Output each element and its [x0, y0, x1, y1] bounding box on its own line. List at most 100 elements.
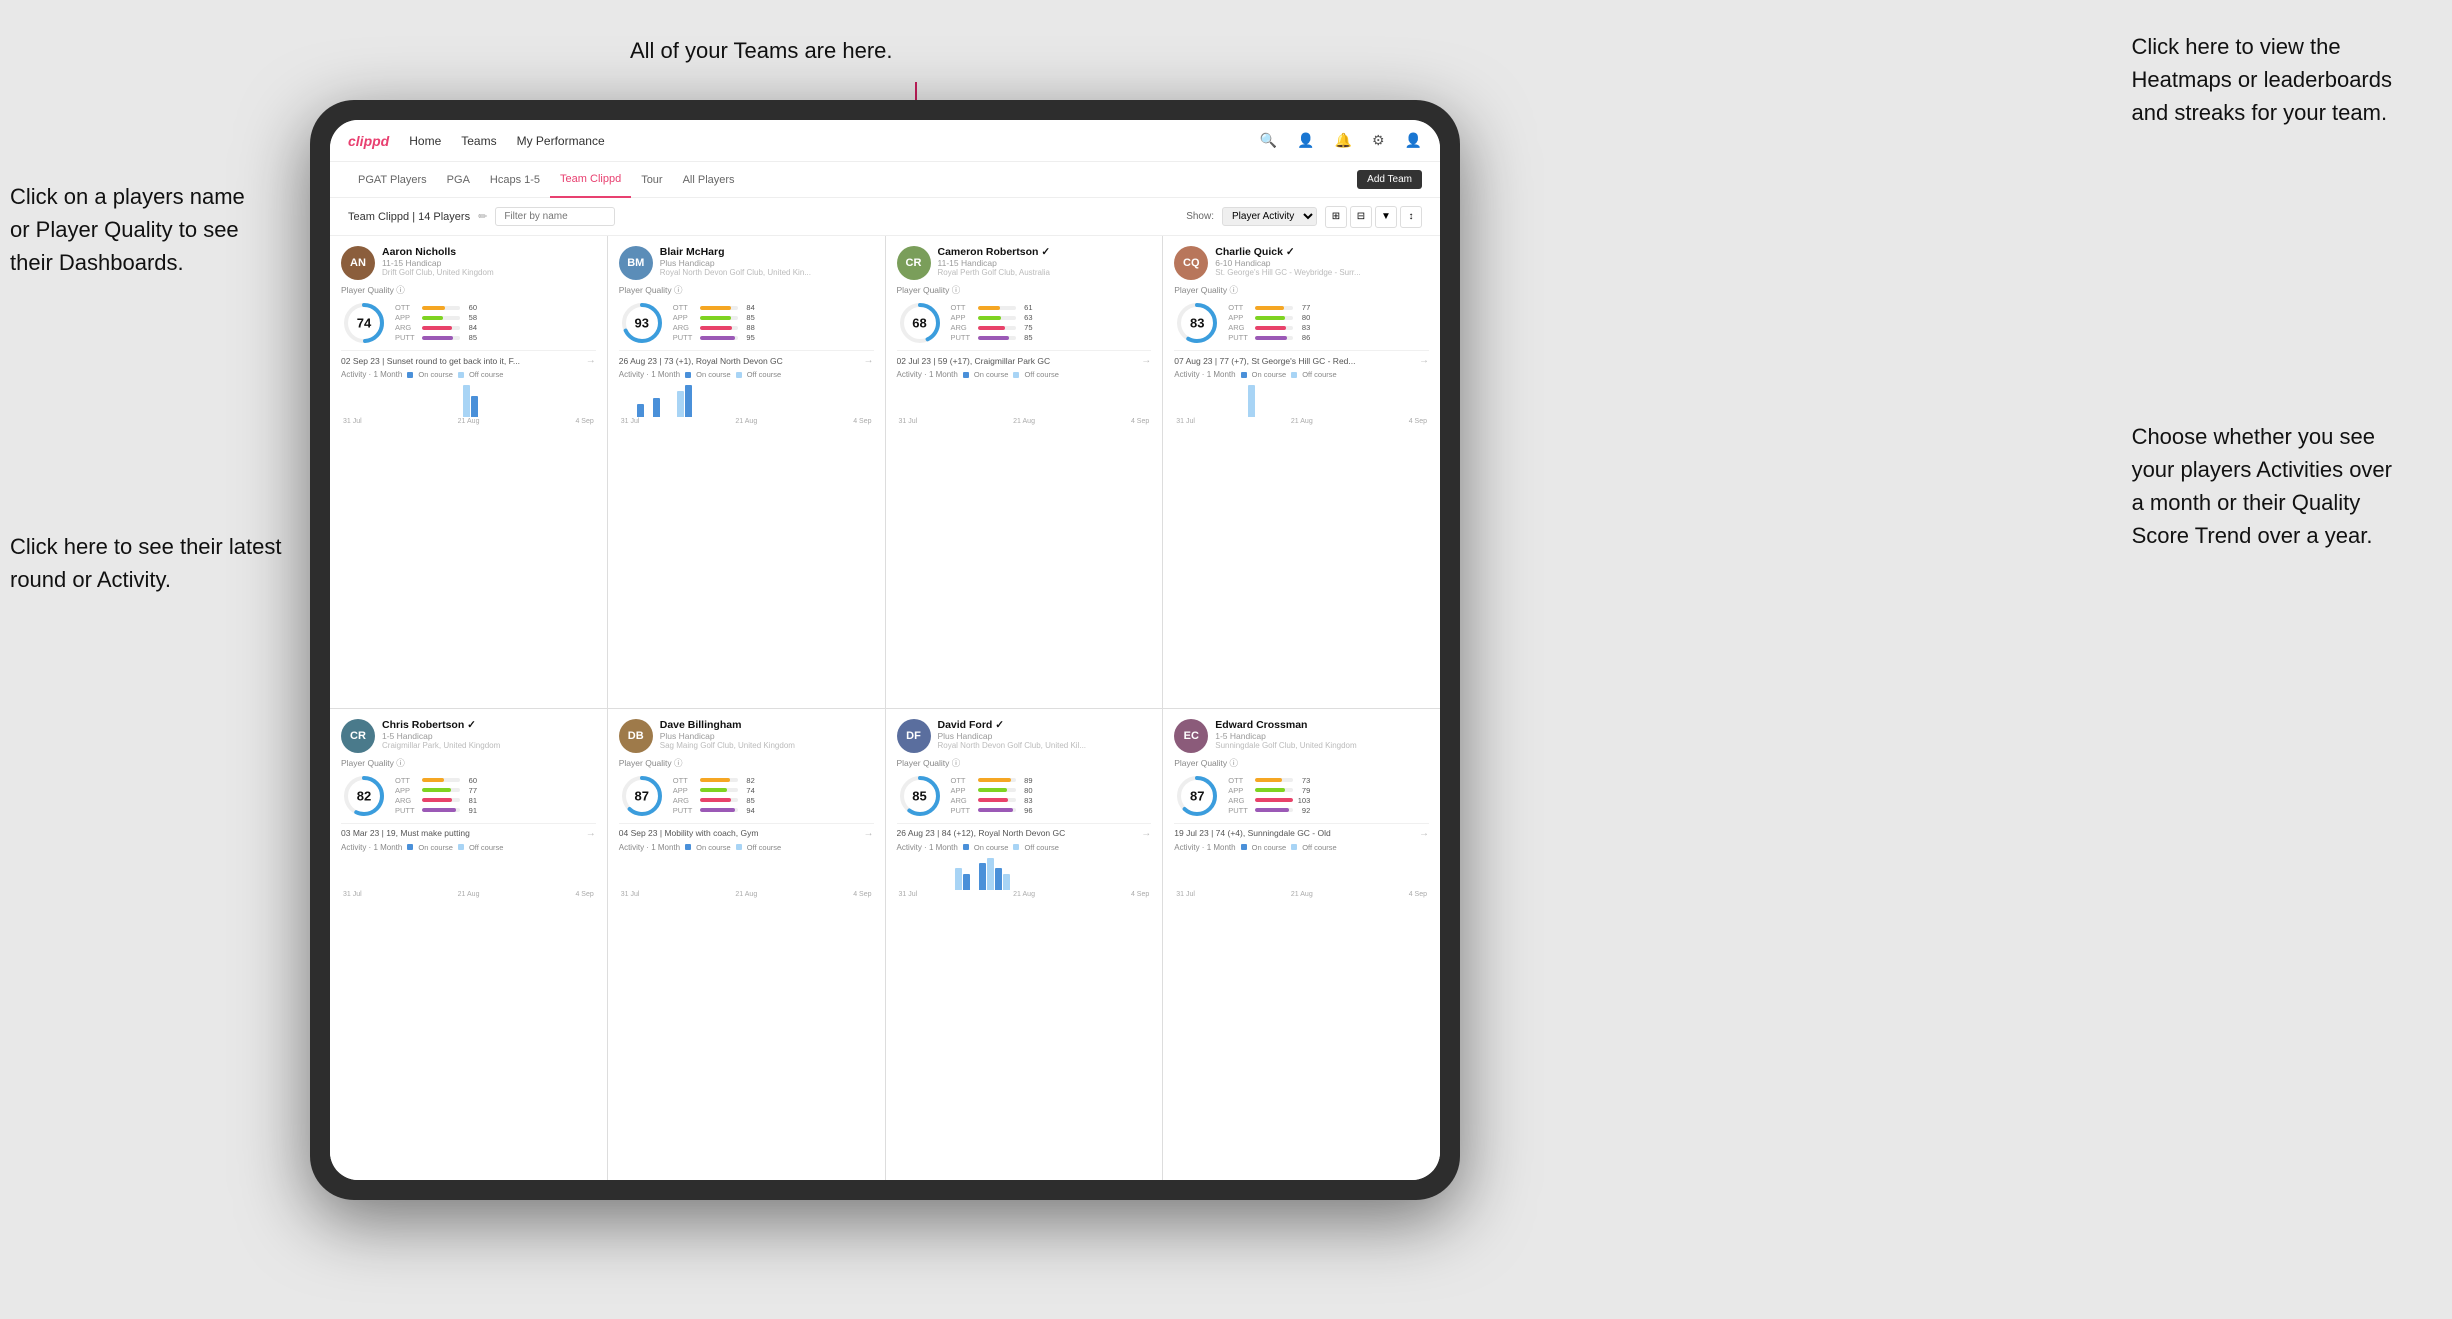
- on-course-label: On course: [418, 370, 453, 379]
- last-round[interactable]: 26 Aug 23 | 84 (+12), Royal North Devon …: [897, 823, 1152, 839]
- filter-icon[interactable]: ▼: [1375, 206, 1397, 228]
- tab-pgat[interactable]: PGAT Players: [348, 162, 437, 198]
- player-header[interactable]: CR Chris Robertson ✓ 1-5 Handicap Craigm…: [341, 719, 596, 753]
- activity-section: Activity · 1 Month On course Off course: [341, 370, 596, 429]
- quality-section[interactable]: 87 OTT 73 APP 79 ARG 103: [1174, 773, 1429, 819]
- player-header[interactable]: BM Blair McHarg Plus Handicap Royal Nort…: [619, 246, 874, 280]
- arrow-icon: →: [586, 355, 596, 366]
- player-card: DF David Ford ✓ Plus Handicap Royal Nort…: [886, 709, 1163, 1181]
- player-header[interactable]: DF David Ford ✓ Plus Handicap Royal Nort…: [897, 719, 1152, 753]
- tab-pga[interactable]: PGA: [437, 162, 480, 198]
- last-round[interactable]: 04 Sep 23 | Mobility with coach, Gym →: [619, 823, 874, 839]
- player-header[interactable]: AN Aaron Nicholls 11-15 Handicap Drift G…: [341, 246, 596, 280]
- quality-section[interactable]: 83 OTT 77 APP 80 ARG 83: [1174, 300, 1429, 346]
- last-round[interactable]: 03 Mar 23 | 19, Must make putting →: [341, 823, 596, 839]
- quality-section[interactable]: 68 OTT 61 APP 63 ARG 75: [897, 300, 1152, 346]
- quality-score: 87: [635, 788, 649, 803]
- activity-dates: 31 Jul 21 Aug 4 Sep: [619, 417, 874, 425]
- quality-circle: 87: [1174, 773, 1220, 819]
- user-icon[interactable]: 👤: [1405, 132, 1422, 149]
- quality-label: Player Quality ⓘ: [897, 284, 1152, 296]
- tab-hcaps[interactable]: Hcaps 1-5: [480, 162, 550, 198]
- activity-chart: 31 Jul 21 Aug 4 Sep: [341, 381, 596, 429]
- stats-grid: OTT 84 APP 85 ARG 88 PUTT 9: [673, 303, 874, 343]
- activity-chart: 31 Jul 21 Aug 4 Sep: [897, 381, 1152, 429]
- quality-section[interactable]: 82 OTT 60 APP 77 ARG 81: [341, 773, 596, 819]
- stats-grid: OTT 60 APP 77 ARG 81 PUTT 9: [395, 776, 596, 816]
- tab-all-players[interactable]: All Players: [673, 162, 745, 198]
- activity-header: Activity · 1 Month On course Off course: [341, 843, 596, 852]
- on-course-dot: [407, 844, 413, 850]
- activity-header: Activity · 1 Month On course Off course: [619, 843, 874, 852]
- quality-circle: 83: [1174, 300, 1220, 346]
- stats-grid: OTT 89 APP 80 ARG 83 PUTT 9: [951, 776, 1152, 816]
- quality-section[interactable]: 87 OTT 82 APP 74 ARG 85: [619, 773, 874, 819]
- activity-header: Activity · 1 Month On course Off course: [897, 843, 1152, 852]
- quality-section[interactable]: 74 OTT 60 APP 58 ARG 84: [341, 300, 596, 346]
- activity-bars: [619, 854, 874, 890]
- last-round[interactable]: 02 Jul 23 | 59 (+17), Craigmillar Park G…: [897, 350, 1152, 366]
- last-round[interactable]: 26 Aug 23 | 73 (+1), Royal North Devon G…: [619, 350, 874, 366]
- activity-bars: [619, 381, 874, 417]
- tab-tour[interactable]: Tour: [631, 162, 672, 198]
- on-course-label: On course: [974, 370, 1009, 379]
- activity-dates: 31 Jul 21 Aug 4 Sep: [1174, 417, 1429, 425]
- arrow-icon: →: [864, 355, 874, 366]
- player-header[interactable]: EC Edward Crossman 1-5 Handicap Sunningd…: [1174, 719, 1429, 753]
- sort-icon[interactable]: ↕: [1400, 206, 1422, 228]
- nav-teams[interactable]: Teams: [461, 134, 496, 148]
- activity-section: Activity · 1 Month On course Off course: [619, 370, 874, 429]
- settings-icon[interactable]: ⚙: [1372, 132, 1385, 149]
- avatar: CR: [897, 246, 931, 280]
- avatar: CR: [341, 719, 375, 753]
- show-select[interactable]: Player Activity Quality Trend: [1222, 207, 1317, 226]
- nav-my-performance[interactable]: My Performance: [517, 134, 605, 148]
- player-header[interactable]: DB Dave Billingham Plus Handicap Sag Mai…: [619, 719, 874, 753]
- last-round[interactable]: 07 Aug 23 | 77 (+7), St George's Hill GC…: [1174, 350, 1429, 366]
- edit-icon[interactable]: ✏: [478, 210, 487, 223]
- filter-input[interactable]: [495, 207, 615, 226]
- activity-section: Activity · 1 Month On course Off course: [897, 370, 1152, 429]
- quality-label: Player Quality ⓘ: [1174, 757, 1429, 769]
- player-card: DB Dave Billingham Plus Handicap Sag Mai…: [608, 709, 885, 1181]
- last-round[interactable]: 02 Sep 23 | Sunset round to get back int…: [341, 350, 596, 366]
- off-course-dot: [458, 372, 464, 378]
- activity-bars: [1174, 381, 1429, 417]
- activity-dates: 31 Jul 21 Aug 4 Sep: [1174, 890, 1429, 898]
- activity-dates: 31 Jul 21 Aug 4 Sep: [341, 417, 596, 425]
- off-course-dot: [458, 844, 464, 850]
- off-course-dot: [1013, 844, 1019, 850]
- grid-view-icon[interactable]: ⊟: [1350, 206, 1372, 228]
- activity-label: Activity · 1 Month: [1174, 370, 1235, 379]
- annotation-bottom-right: Choose whether you see your players Acti…: [2132, 420, 2392, 552]
- sub-nav: PGAT Players PGA Hcaps 1-5 Team Clippd T…: [330, 162, 1440, 198]
- player-header[interactable]: CQ Charlie Quick ✓ 6-10 Handicap St. Geo…: [1174, 246, 1429, 280]
- last-round-text: 04 Sep 23 | Mobility with coach, Gym: [619, 828, 759, 838]
- activity-dates: 31 Jul 21 Aug 4 Sep: [619, 890, 874, 898]
- player-header[interactable]: CR Cameron Robertson ✓ 11-15 Handicap Ro…: [897, 246, 1152, 280]
- search-icon[interactable]: 🔍: [1260, 132, 1277, 149]
- arrow-icon: →: [1419, 355, 1429, 366]
- list-view-icon[interactable]: ⊞: [1325, 206, 1347, 228]
- quality-label: Player Quality ⓘ: [897, 757, 1152, 769]
- bell-icon[interactable]: 🔔: [1335, 132, 1352, 149]
- profile-icon[interactable]: 👤: [1297, 132, 1314, 149]
- nav-home[interactable]: Home: [409, 134, 441, 148]
- annotation-top-right: Click here to view the Heatmaps or leade…: [2132, 30, 2392, 129]
- add-team-button[interactable]: Add Team: [1357, 170, 1422, 189]
- show-label: Show:: [1186, 211, 1214, 222]
- quality-section[interactable]: 85 OTT 89 APP 80 ARG 83: [897, 773, 1152, 819]
- quality-circle: 82: [341, 773, 387, 819]
- player-club: Sunningdale Golf Club, United Kingdom: [1215, 741, 1429, 750]
- player-handicap: Plus Handicap: [938, 731, 1152, 741]
- activity-section: Activity · 1 Month On course Off course: [619, 843, 874, 902]
- player-name: Blair McHarg: [660, 246, 874, 258]
- last-round-text: 19 Jul 23 | 74 (+4), Sunningdale GC - Ol…: [1174, 828, 1330, 838]
- off-course-label: Off course: [747, 843, 781, 852]
- quality-label: Player Quality ⓘ: [1174, 284, 1429, 296]
- last-round[interactable]: 19 Jul 23 | 74 (+4), Sunningdale GC - Ol…: [1174, 823, 1429, 839]
- off-course-dot: [736, 372, 742, 378]
- off-course-label: Off course: [469, 843, 503, 852]
- tab-team-clippd[interactable]: Team Clippd: [550, 162, 631, 198]
- quality-section[interactable]: 93 OTT 84 APP 85 ARG 88: [619, 300, 874, 346]
